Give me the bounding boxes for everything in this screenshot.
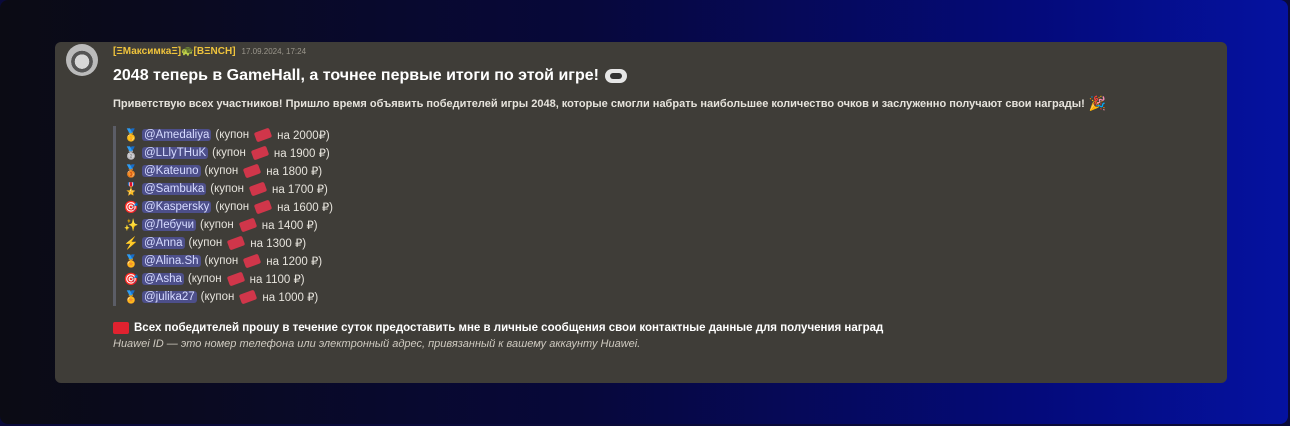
lightning-icon: ⚡ xyxy=(123,236,139,250)
coupon-prefix: (купон xyxy=(204,165,239,177)
user-mention[interactable]: @Sambuka xyxy=(142,183,207,195)
huawei-id-note: Huawei ID — это номер телефона или элект… xyxy=(113,338,641,350)
message: [ΞМаксимкаΞ]🐢[BΞNCH] 17.09.2024, 17:24 2… xyxy=(113,44,1213,350)
coupon-prefix: (купон xyxy=(212,147,246,159)
ticket-icon xyxy=(253,199,273,215)
coupon-amount: на 1400 ₽) xyxy=(261,220,318,232)
ticket-icon xyxy=(238,217,257,233)
coupon-prefix: (купон xyxy=(188,237,223,249)
notice-text: Всех победителей прошу в течение суток п… xyxy=(134,322,884,334)
intro-text-content: Приветствую всех участников! Пришло врем… xyxy=(113,97,1085,110)
user-mention[interactable]: @Amedaliya xyxy=(142,129,212,141)
gamepad-icon xyxy=(604,69,627,83)
username[interactable]: [ΞМаксимкаΞ]🐢[BΞNCH] xyxy=(113,46,236,57)
coupon-prefix: (купон xyxy=(215,129,250,141)
sports-medal-icon: 🏅 xyxy=(123,290,139,304)
party-popper-icon: 🎉 xyxy=(1088,95,1107,111)
title-text: 2048 теперь в GameHall, а точнее первые … xyxy=(113,67,599,84)
user-mention[interactable]: @julika27 xyxy=(142,291,197,303)
user-mention[interactable]: @LLlyTHuK xyxy=(142,147,209,159)
user-mention[interactable]: @Asha xyxy=(142,273,184,285)
coupon-amount: на 1700 ₽) xyxy=(271,184,328,196)
coupon-amount: на 2000₽) xyxy=(277,130,330,142)
sports-medal-icon: 🏅 xyxy=(123,254,139,268)
coupon-amount: на 1800 ₽) xyxy=(266,166,323,178)
coupon-amount: на 1300 ₽) xyxy=(250,238,307,250)
message-header: [ΞМаксимкаΞ]🐢[BΞNCH] 17.09.2024, 17:24 xyxy=(113,44,1213,58)
gold-medal-icon: 🥇 xyxy=(123,128,139,142)
ticket-icon xyxy=(227,235,246,251)
coupon-amount: на 1600 ₽) xyxy=(277,202,333,214)
winner-row: 🎖️ @Sambuka (купон на 1700 ₽) xyxy=(124,180,1213,198)
coupon-prefix: (купон xyxy=(200,291,235,303)
coupon-amount: на 1900 ₽) xyxy=(273,148,330,160)
winner-row: 🥇 @Amedaliya (купон на 2000₽) xyxy=(124,126,1213,144)
timestamp: 17.09.2024, 17:24 xyxy=(241,46,307,56)
ticket-icon xyxy=(253,127,273,143)
winners-blockquote: 🥇 @Amedaliya (купон на 2000₽) 🥈 @LLlyTHuK (куп… xyxy=(113,126,1213,306)
medal-icon: 🎖️ xyxy=(123,182,139,196)
winner-row: 🏅 @julika27 (купон на 1000 ₽) xyxy=(124,288,1213,306)
user-mention[interactable]: @Kaspersky xyxy=(142,201,212,213)
winner-row: 🎯 @Asha (купон на 1100 ₽) xyxy=(124,270,1213,288)
user-mention[interactable]: @Anna xyxy=(142,237,185,249)
notice: Всех победителей прошу в течение суток п… xyxy=(113,322,1213,334)
user-mention[interactable]: @Alina.Sh xyxy=(142,255,201,267)
silver-medal-icon: 🥈 xyxy=(123,146,139,160)
bronze-medal-icon: 🥉 xyxy=(123,164,139,178)
target-icon: 🎯 xyxy=(123,200,139,214)
winner-row: 🎯 @Kaspersky (купон на 1600 ₽) xyxy=(124,198,1213,216)
ticket-icon xyxy=(248,181,268,197)
coupon-prefix: (купон xyxy=(210,183,244,195)
coupon-prefix: (купон xyxy=(200,219,234,231)
ticket-icon xyxy=(239,289,258,305)
sparkles-icon: ✨ xyxy=(123,218,139,232)
winner-row: 🏅 @Alina.Sh (купон на 1200 ₽) xyxy=(124,252,1213,270)
winner-row: ⚡ @Anna (купон на 1300 ₽) xyxy=(124,234,1213,252)
ticket-icon xyxy=(226,271,245,287)
ticket-icon xyxy=(243,253,262,269)
ticket-icon xyxy=(250,145,270,161)
avatar[interactable] xyxy=(66,44,98,76)
coupon-prefix: (купон xyxy=(187,273,222,285)
winner-row: 🥉 @Kateuno (купон на 1800 ₽) xyxy=(124,162,1213,180)
intro-text: Приветствую всех участников! Пришло врем… xyxy=(113,95,1213,112)
coupon-amount: на 1200 ₽) xyxy=(266,256,323,268)
coupon-prefix: (купон xyxy=(204,255,239,267)
winner-row: ✨ @Лебучи (купон на 1400 ₽) xyxy=(124,216,1213,234)
huawei-logo-icon xyxy=(113,322,129,334)
coupon-prefix: (купон xyxy=(215,201,250,213)
message-title: 2048 теперь в GameHall, а точнее первые … xyxy=(113,67,1213,85)
winner-row: 🥈 @LLlyTHuK (купон на 1900 ₽) xyxy=(124,144,1213,162)
coupon-amount: на 1000 ₽) xyxy=(262,292,319,304)
target-icon: 🎯 xyxy=(123,272,139,286)
ticket-icon xyxy=(243,163,262,179)
user-mention[interactable]: @Kateuno xyxy=(142,165,201,177)
user-mention[interactable]: @Лебучи xyxy=(142,219,196,231)
coupon-amount: на 1100 ₽) xyxy=(249,274,305,286)
